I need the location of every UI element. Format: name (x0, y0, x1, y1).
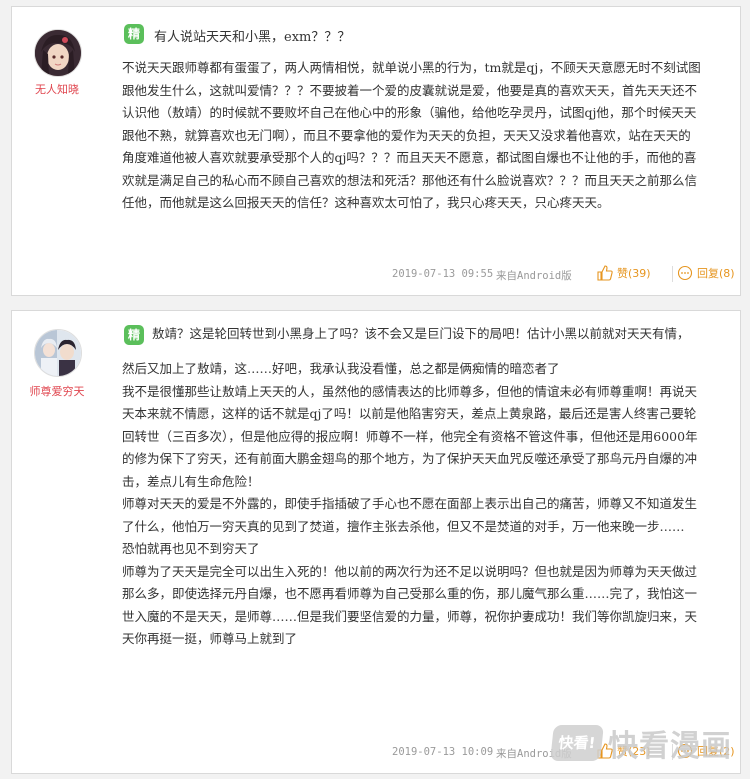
avatar[interactable] (34, 29, 82, 77)
comment-body-first: 敖靖？这是轮回转世到小黑身上了吗？该不会又是巨门设下的局吧！估计小黑以前就对天天… (152, 323, 690, 346)
comment-body: 然后又加上了敖靖，这……好吧，我承认我没看懂，总之都是俩痴情的暗恋者了 我不是很… (122, 358, 698, 673)
comment-line: 师尊为了天天是完全可以出生入死的！他以前的两次行为还不足以说明吗？但也就是因为师… (122, 563, 698, 579)
username[interactable]: 无人知晓 (12, 81, 102, 97)
comment-line: 跟他发生什么，这就叫爱情？？？不要披着一个爱的皮囊就说是爱，他要是真的喜欢天天，… (122, 82, 698, 98)
comment-source: 来自Android版 (496, 270, 572, 282)
like-button[interactable]: 赞(39) (597, 265, 651, 281)
featured-badge: 精 (124, 24, 144, 44)
comment-bubble-icon (677, 265, 693, 281)
comment-line: 然后又加上了敖靖，这……好吧，我承认我没看懂，总之都是俩痴情的暗恋者了 (122, 361, 560, 376)
reply-button[interactable]: 回复(8) (677, 265, 735, 281)
comment-card: 师尊爱穷天 精 敖靖？这是轮回转世到小黑身上了吗？该不会又是巨门设下的局吧！估计… (11, 310, 741, 774)
comment-timestamp: 2019-07-13 09:55 (392, 268, 494, 280)
like-count: 赞(39) (617, 267, 651, 280)
comment-line: 那么多，即使选择元丹自爆，也不愿再看师尊为自己受那么重的伤，那儿魔气那么重……完… (122, 586, 698, 601)
comment-line: 了什么，他怕万一穷天真的见到了焚道，擅作主张去杀他，但又不是焚道的对手，万一他来… (122, 518, 685, 534)
comment-line: 世入魔的不是天天，是师尊……但是我们要坚信爱的力量，师尊，祝你护妻成功！我们等你… (122, 608, 698, 624)
comment-line: 恐怕就再也见不到穷天了 (122, 541, 260, 556)
comment-line: 任他，而他就是这么回报天天的信任？这种喜欢太可怕了，我只心疼天天，只心疼天天。 (122, 195, 610, 210)
comment-line: 我不是很懂那些让敖靖上天天的人，虽然他的感情表达的比师尊多，但他的情谊未必有师尊… (122, 383, 698, 399)
comment-line: 角度难道他被人喜欢就要承受那个人的qj吗？？？而且天天不愿意，都试图自爆也不让他… (122, 150, 697, 165)
comment-card: 无人知晓 精 有人说站天天和小黑，exm？？？ 不说天天跟师尊都有蛋蛋了，两人两… (11, 6, 741, 296)
watermark-logo: 快看! (550, 725, 604, 761)
comment-body: 不说天天跟师尊都有蛋蛋了，两人两情相悦，就单说小黑的行为，tm就是qj，不顾天天… (122, 57, 701, 215)
comment-timestamp: 2019-07-13 10:09 (392, 746, 494, 758)
reply-count: 回复(8) (697, 267, 735, 280)
comment-line: 的修为保下了穷天，还有前面大鹏金翅鸟的那个地方，为了保护天天血咒反噬还承受了那鸟… (122, 451, 698, 466)
comment-line: 敖靖？这是轮回转世到小黑身上了吗？该不会又是巨门设下的局吧！估计小黑以前就对天天… (152, 326, 690, 341)
comment-line (122, 651, 698, 674)
comment-line: 认识他（敖靖）的时候就不要败坏自己在他心中的形象（骗他，给他吃孕灵丹，试图qj他… (122, 105, 697, 120)
comment-line: 欢就是满足自己的私心而不顾自己喜欢的想法和死活？那他还有什么脸说喜欢？？？而且天… (122, 172, 698, 188)
thumbs-up-icon (597, 265, 613, 281)
comment-line: 天你再挺一挺，师尊马上就到了 (122, 631, 298, 646)
featured-badge: 精 (124, 325, 144, 345)
comment-line: 回转世（三百多次），但是他应得的报应啊！师尊不一样，他完全有资格不管这件事，但他… (122, 428, 698, 444)
comment-line: 击，差点儿有生命危险！ (122, 473, 260, 489)
comment-line: 师尊对天天的爱是不外露的，即使手指插破了手心也不愿在面部上表示出自己的痛苦，师尊… (122, 496, 698, 511)
avatar-image-icon (35, 30, 81, 76)
avatar[interactable] (34, 329, 82, 377)
divider (672, 266, 673, 282)
comment-line: 天本来就不情愿，这样的话不就是qj了吗！以前是他陷害穷天，差点上黄泉路，最后还是… (122, 406, 697, 421)
comment-title: 有人说站天天和小黑，exm？？？ (154, 30, 351, 45)
username[interactable]: 师尊爱穷天 (12, 383, 102, 399)
watermark: 快看! 快看漫画 (550, 721, 732, 765)
watermark-text: 快看漫画 (608, 729, 732, 764)
comment-line: 跟他不熟，就算喜欢也无门啊），而且不要拿他的爱作为天天的负担，天天又没求着他喜欢… (122, 127, 691, 143)
avatar-image-icon (35, 330, 81, 376)
comment-line: 不说天天跟师尊都有蛋蛋了，两人两情相悦，就单说小黑的行为，tm就是qj，不顾天天… (122, 60, 701, 75)
